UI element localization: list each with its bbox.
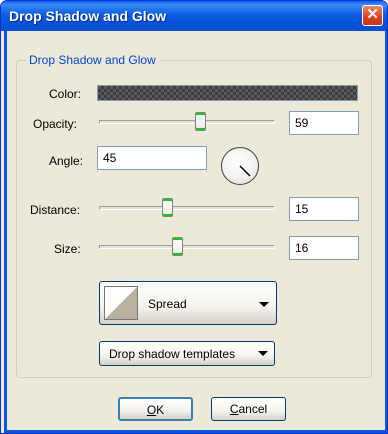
groupbox-legend: Drop Shadow and Glow (26, 53, 159, 67)
spread-label: Spread (148, 297, 187, 311)
color-label: Color: (49, 87, 82, 101)
close-button[interactable]: ✕ (362, 5, 383, 26)
chevron-down-icon (258, 351, 268, 356)
drop-shadow-templates-dropdown[interactable]: Drop shadow templates (99, 341, 275, 366)
opacity-slider-thumb[interactable] (195, 112, 206, 131)
angle-dial[interactable] (221, 147, 259, 185)
window-title: Drop Shadow and Glow (9, 8, 167, 24)
size-input[interactable] (289, 236, 359, 260)
angle-input[interactable] (97, 146, 207, 170)
opacity-input[interactable] (289, 111, 359, 135)
ok-button[interactable]: OK (118, 397, 193, 421)
cancel-button[interactable]: Cancel (211, 397, 286, 421)
distance-slider-track[interactable] (99, 206, 275, 210)
cancel-button-label: Cancel (229, 402, 268, 416)
spread-dropdown[interactable]: Spread (99, 281, 277, 325)
distance-slider-thumb[interactable] (162, 198, 173, 217)
chevron-down-icon (259, 302, 269, 307)
close-icon: ✕ (366, 6, 379, 23)
opacity-slider-track[interactable] (99, 120, 275, 124)
opacity-label: Opacity: (33, 117, 78, 131)
angle-label: Angle: (49, 154, 84, 168)
size-slider-thumb[interactable] (172, 237, 183, 256)
ok-button-label: OK (146, 403, 165, 417)
title-bar[interactable]: Drop Shadow and Glow ✕ (1, 1, 387, 31)
size-label: Size: (54, 242, 81, 256)
spread-preview-icon (104, 286, 138, 320)
distance-input[interactable] (289, 197, 359, 221)
templates-label: Drop shadow templates (109, 347, 236, 361)
color-swatch[interactable] (97, 85, 358, 101)
size-slider-track[interactable] (99, 245, 275, 249)
distance-label: Distance: (30, 203, 81, 217)
angle-indicator-icon (239, 165, 251, 177)
